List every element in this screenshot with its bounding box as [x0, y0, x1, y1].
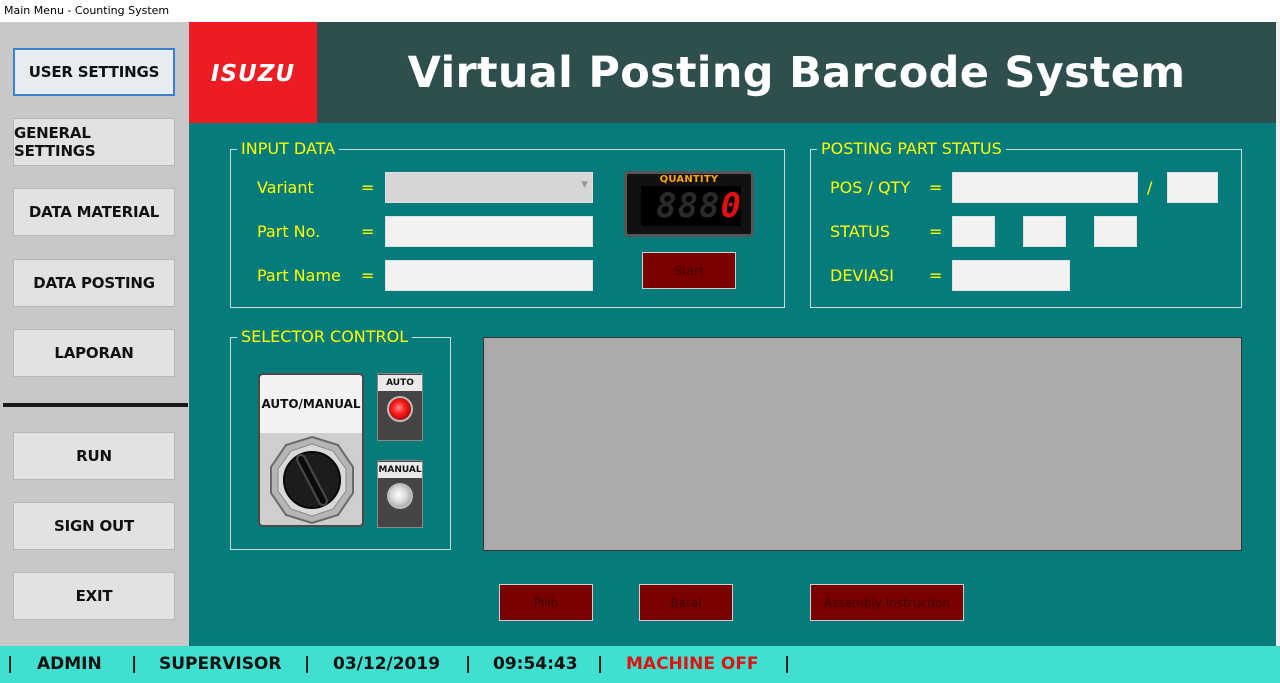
status-field-1[interactable] [952, 216, 995, 247]
status-separator: | [597, 654, 604, 674]
window-edge [1276, 22, 1280, 646]
selector-control-title: SELECTOR CONTROL [237, 327, 413, 347]
header: ISUZU Virtual Posting Barcode System [189, 22, 1276, 123]
quantity-value: 0 [720, 186, 741, 226]
auto-indicator-label: AUTO [378, 375, 422, 391]
posting-status-group: POSTING PART STATUS POS / QTY = / STATUS… [810, 139, 1242, 308]
pos-qty-equals: = [929, 178, 943, 197]
chevron-down-icon: ▼ [581, 180, 588, 190]
status-field-2[interactable] [1023, 216, 1066, 247]
input-data-title: INPUT DATA [237, 139, 340, 159]
auto-manual-selector[interactable]: AUTO/MANUAL [258, 373, 364, 527]
logo-text: ISUZU [211, 61, 295, 87]
variant-label: Variant [257, 178, 314, 197]
part-name-label: Part Name [257, 266, 341, 285]
manual-indicator-label: MANUAL [378, 462, 422, 478]
app-title: Virtual Posting Barcode System [407, 47, 1186, 98]
auto-manual-label: AUTO/MANUAL [261, 397, 361, 411]
sidebar-divider [3, 403, 188, 407]
status-separator: | [465, 654, 472, 674]
exit-button[interactable]: EXIT [13, 572, 175, 620]
instruction-display [483, 337, 1242, 551]
pos-field[interactable] [952, 172, 1138, 203]
qty-field[interactable] [1167, 172, 1218, 203]
quantity-display: 888 0 [641, 186, 741, 226]
status-user: ADMIN [37, 654, 102, 674]
window-title: Main Menu - Counting System [4, 4, 170, 17]
quantity-label: QUANTITY [659, 174, 719, 185]
auto-indicator: AUTO [377, 373, 423, 441]
status-field-3[interactable] [1094, 216, 1137, 247]
sidebar-item-general-settings[interactable]: GENERAL SETTINGS [13, 118, 175, 166]
run-button[interactable]: RUN [13, 432, 175, 480]
red-lamp-icon [387, 396, 413, 422]
status-bar: | ADMIN | SUPERVISOR | 03/12/2019 | 09:5… [0, 646, 1280, 683]
part-no-equals: = [361, 222, 375, 241]
sidebar-item-data-material[interactable]: DATA MATERIAL [13, 188, 175, 236]
status-date: 03/12/2019 [333, 654, 441, 674]
pilih-button[interactable]: Pilih [499, 584, 593, 621]
status-separator: | [304, 654, 311, 674]
sidebar-item-user-settings[interactable]: USER SETTINGS [13, 48, 175, 96]
part-name-equals: = [361, 266, 375, 285]
input-data-group: INPUT DATA Variant = ▼ Part No. = Part N… [230, 139, 785, 308]
quantity-counter: QUANTITY 888 0 [624, 171, 754, 237]
deviasi-equals: = [929, 266, 943, 285]
status-time: 09:54:43 [493, 654, 578, 674]
selector-control-group: SELECTOR CONTROL AUTO/MANUAL AUTO MANUAL [230, 327, 451, 550]
part-no-label: Part No. [257, 222, 321, 241]
part-no-field[interactable] [385, 216, 593, 247]
assembly-instruction-button[interactable]: Assembly Instruction [810, 584, 964, 621]
quantity-ghost-digits: 888 [656, 186, 721, 226]
sidebar: USER SETTINGS GENERAL SETTINGS DATA MATE… [0, 22, 189, 646]
pos-qty-slash: / [1147, 178, 1153, 197]
start-button[interactable]: Start [642, 252, 736, 289]
sign-out-button[interactable]: SIGN OUT [13, 502, 175, 550]
variant-equals: = [361, 178, 375, 197]
status-separator: | [7, 654, 14, 674]
isuzu-logo: ISUZU [189, 22, 317, 123]
status-machine: MACHINE OFF [626, 654, 759, 674]
status-separator: | [131, 654, 138, 674]
pos-qty-label: POS / QTY [830, 178, 911, 197]
status-separator: | [784, 654, 791, 674]
grey-lamp-icon [387, 483, 413, 509]
sidebar-item-laporan[interactable]: LAPORAN [13, 329, 175, 377]
posting-status-title: POSTING PART STATUS [817, 139, 1006, 159]
variant-select[interactable]: ▼ [385, 172, 593, 203]
manual-indicator: MANUAL [377, 460, 423, 528]
status-label: STATUS [830, 222, 891, 241]
main-panel: INPUT DATA Variant = ▼ Part No. = Part N… [189, 123, 1276, 646]
deviasi-field[interactable] [952, 260, 1070, 291]
rotary-switch-icon [270, 435, 354, 525]
deviasi-label: DEVIASI [830, 266, 894, 285]
part-name-field[interactable] [385, 260, 593, 291]
status-role: SUPERVISOR [159, 654, 282, 674]
batal-button[interactable]: Batal [639, 584, 733, 621]
status-equals: = [929, 222, 943, 241]
window-titlebar: Main Menu - Counting System [0, 0, 1280, 22]
sidebar-item-data-posting[interactable]: DATA POSTING [13, 259, 175, 307]
